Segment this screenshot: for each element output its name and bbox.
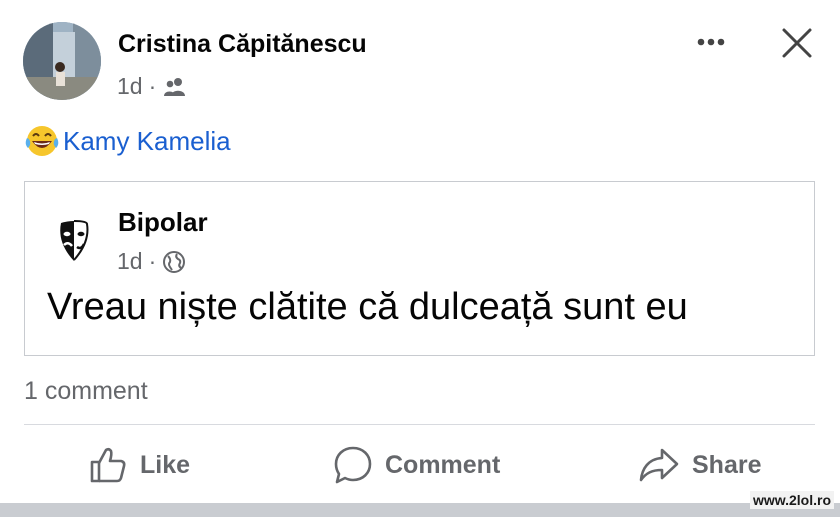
comment-button[interactable]: Comment: [333, 440, 500, 490]
comment-label: Comment: [385, 450, 501, 479]
thumbs-up-icon: [90, 447, 126, 483]
watermark: www.2lol.ro: [749, 491, 834, 509]
friends-icon: [164, 77, 186, 96]
share-button[interactable]: Share: [638, 440, 761, 490]
post-time[interactable]: 1d: [117, 73, 143, 100]
shared-post-meta: 1d ·: [117, 248, 186, 275]
like-label: Like: [140, 450, 191, 479]
divider: [24, 424, 815, 425]
more-icon: [697, 38, 725, 46]
laughing-tears-emoji: [25, 126, 59, 156]
post-meta: 1d ·: [117, 73, 188, 100]
share-label: Share: [692, 450, 762, 479]
page-avatar[interactable]: [47, 213, 101, 267]
shared-post-card[interactable]: Bipolar 1d · Vreau niște clătite că dulc…: [24, 181, 815, 356]
mention-link[interactable]: Kamy Kamelia: [63, 126, 231, 157]
shared-post-time[interactable]: 1d: [117, 248, 143, 275]
meta-separator: ·: [148, 73, 157, 99]
close-button[interactable]: [780, 26, 814, 60]
comment-bubble-icon: [334, 446, 372, 484]
author-name[interactable]: Cristina Căpitănescu: [118, 30, 367, 59]
theatre-mask-icon: [48, 214, 100, 266]
shared-post-text: Vreau niște clătite că dulceață sunt eu: [47, 286, 688, 328]
share-arrow-icon: [639, 448, 679, 482]
avatar-photo: [23, 22, 101, 100]
author-avatar[interactable]: [23, 22, 101, 100]
page-name[interactable]: Bipolar: [118, 207, 208, 238]
more-options-button[interactable]: [693, 26, 733, 58]
comment-mention: Kamy Kamelia: [23, 122, 231, 160]
comments-count[interactable]: 1 comment: [24, 377, 148, 406]
meta-separator: ·: [148, 248, 157, 274]
bottom-separator-bar: [0, 503, 840, 517]
like-button[interactable]: Like: [88, 440, 190, 490]
globe-icon: [163, 250, 186, 273]
close-icon: [782, 28, 812, 58]
